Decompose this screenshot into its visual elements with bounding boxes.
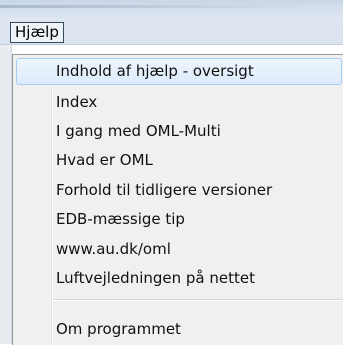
title-bar-line — [0, 5, 343, 8]
menu-item-edb-tip[interactable]: EDB-mæssige tip — [16, 206, 342, 233]
menu-item-label: EDB-mæssige tip — [56, 210, 185, 228]
menu-item-label: Indhold af hjælp - oversigt — [56, 62, 254, 80]
menu-item-indhold[interactable]: Indhold af hjælp - oversigt — [16, 58, 342, 85]
menu-item-website[interactable]: www.au.dk/oml — [16, 236, 342, 263]
window-title-bar — [0, 0, 343, 20]
menu-separator — [53, 299, 342, 300]
app-left-pane — [0, 45, 12, 344]
menu-item-om-programmet[interactable]: Om programmet — [16, 316, 342, 343]
menu-item-luftvejledningen[interactable]: Luftvejledningen på nettet — [16, 265, 342, 292]
menu-item-label: Forhold til tidligere versioner — [56, 181, 273, 199]
menu-item-label: Om programmet — [56, 320, 181, 338]
menu-hjaelp[interactable]: Hjælp — [10, 22, 64, 43]
menu-item-i-gang[interactable]: I gang med OML-Multi — [16, 118, 342, 145]
menu-item-label: www.au.dk/oml — [56, 240, 171, 258]
menu-item-label: I gang med OML-Multi — [56, 122, 221, 140]
menu-item-label: Luftvejledningen på nettet — [56, 269, 255, 287]
menu-item-tidligere-versioner[interactable]: Forhold til tidligere versioner — [16, 177, 342, 204]
menu-bar: Hjælp — [0, 20, 343, 45]
menu-item-label: Index — [56, 93, 98, 111]
help-dropdown-menu: Indhold af hjælp - oversigt Index I gang… — [12, 54, 343, 345]
menu-item-hvad-er-oml[interactable]: Hvad er OML — [16, 147, 342, 174]
menu-item-label: Hvad er OML — [56, 151, 153, 169]
menu-item-index[interactable]: Index — [16, 89, 342, 116]
